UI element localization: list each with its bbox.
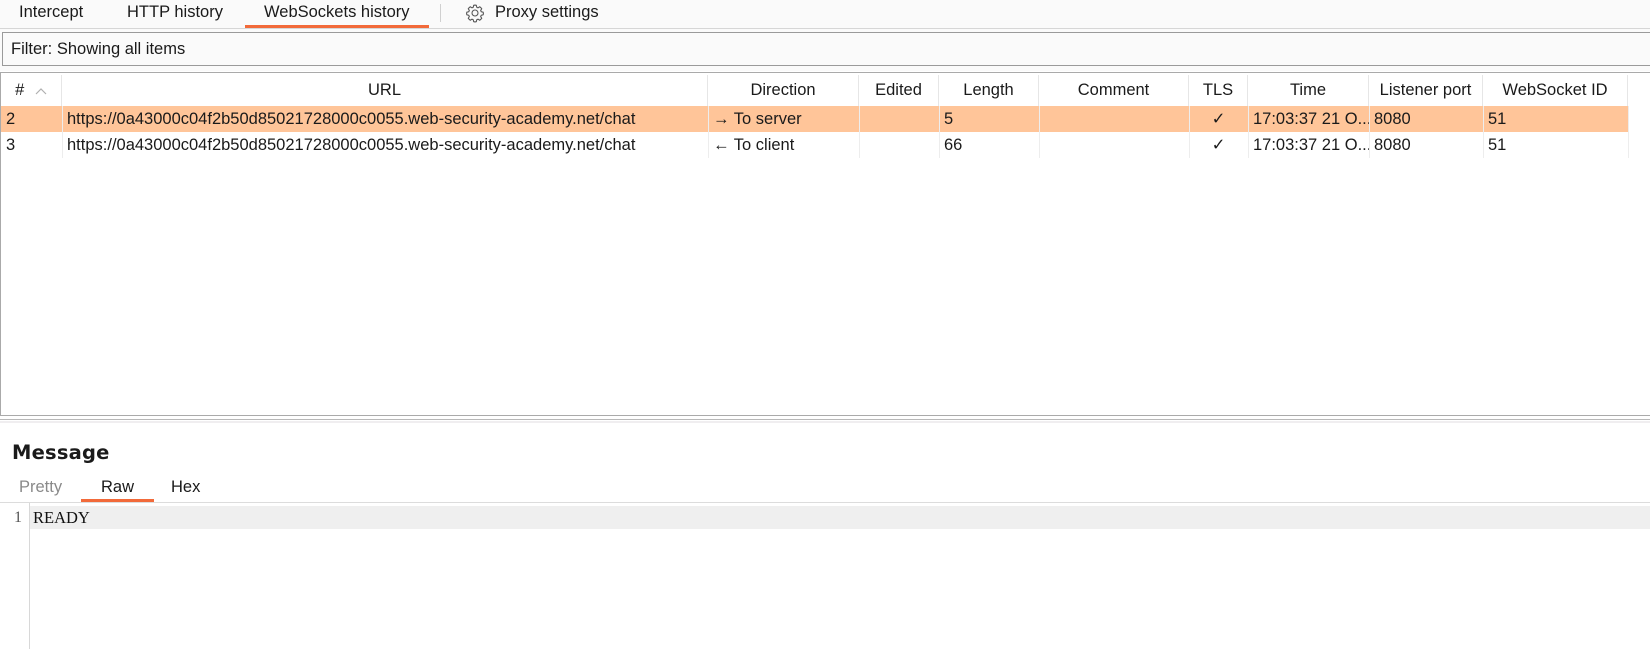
table-header: # URL Direction Edited Length Comment TL… xyxy=(1,75,1629,106)
message-panel-title: Message xyxy=(12,441,110,464)
column-header-time[interactable]: Time xyxy=(1248,75,1369,106)
table-row[interactable]: 2 https://0a43000c04f2b50d85021728000c00… xyxy=(1,106,1628,132)
column-header-listener-port[interactable]: Listener port xyxy=(1369,75,1483,106)
cell-number: 2 xyxy=(6,110,16,128)
cell-edited xyxy=(859,132,939,158)
column-divider xyxy=(1189,106,1190,158)
table-row[interactable]: 3 https://0a43000c04f2b50d85021728000c00… xyxy=(1,132,1628,158)
column-divider xyxy=(62,106,63,158)
proxy-tabbar: Intercept HTTP history WebSockets histor… xyxy=(0,0,1650,29)
cell-number: 3 xyxy=(6,136,16,154)
cell-listener-port: 8080 xyxy=(1374,110,1411,128)
line-number: 1 xyxy=(14,509,22,526)
column-divider xyxy=(939,106,940,158)
cell-direction: → To server xyxy=(713,110,802,128)
column-header-comment[interactable]: Comment xyxy=(1039,75,1189,106)
cell-url: https://0a43000c04f2b50d85021728000c0055… xyxy=(67,110,636,128)
tls-check-icon: ✓ xyxy=(1211,136,1226,154)
line-number-gutter xyxy=(29,503,30,649)
split-pane-divider[interactable] xyxy=(0,419,1650,420)
tab-hex[interactable]: Hex xyxy=(171,474,200,502)
cell-listener-port: 8080 xyxy=(1374,136,1411,154)
column-header-websocket-id[interactable]: WebSocket ID xyxy=(1483,75,1628,106)
tab-intercept[interactable]: Intercept xyxy=(19,0,83,28)
filter-bar: Filter: Showing all items xyxy=(0,29,1650,71)
column-header-tls[interactable]: TLS xyxy=(1189,75,1248,106)
current-line-highlight xyxy=(30,506,1650,529)
column-divider xyxy=(1369,106,1370,158)
split-pane-handle[interactable] xyxy=(0,421,1650,423)
column-divider xyxy=(1483,106,1484,158)
cell-websocket-id: 51 xyxy=(1488,136,1507,154)
cell-url: https://0a43000c04f2b50d85021728000c0055… xyxy=(67,136,636,154)
tab-websockets-history[interactable]: WebSockets history xyxy=(245,0,429,28)
column-header-number[interactable]: # xyxy=(1,75,62,106)
cell-time: 17:03:37 21 O... xyxy=(1253,110,1369,128)
message-editor[interactable]: 1 READY xyxy=(0,503,1650,649)
column-header-url[interactable]: URL xyxy=(62,75,708,106)
column-divider xyxy=(708,106,709,158)
cell-length: 66 xyxy=(944,136,963,154)
column-header-length[interactable]: Length xyxy=(939,75,1039,106)
chevron-up-icon xyxy=(35,88,47,95)
tls-check-icon: ✓ xyxy=(1211,110,1226,128)
cell-comment xyxy=(1039,132,1189,158)
cell-direction: ← To client xyxy=(713,136,795,154)
column-divider xyxy=(1039,106,1040,158)
column-divider xyxy=(1248,106,1249,158)
proxy-settings-label: Proxy settings xyxy=(495,3,599,21)
cell-edited xyxy=(859,106,939,132)
column-divider xyxy=(1628,106,1629,158)
filter-input[interactable]: Filter: Showing all items xyxy=(2,32,1650,66)
tab-raw[interactable]: Raw xyxy=(80,474,155,502)
tab-http-history[interactable]: HTTP history xyxy=(127,0,223,28)
column-header-direction[interactable]: Direction xyxy=(708,75,859,106)
gear-icon xyxy=(466,4,484,23)
cell-time: 17:03:37 21 O... xyxy=(1253,136,1369,154)
column-header-number-label: # xyxy=(15,81,25,99)
tab-pretty[interactable]: Pretty xyxy=(19,474,62,502)
message-line-text[interactable]: READY xyxy=(33,506,90,529)
websockets-history-table: # URL Direction Edited Length Comment TL… xyxy=(0,72,1650,416)
cell-websocket-id: 51 xyxy=(1488,110,1507,128)
tab-separator xyxy=(440,4,441,22)
tab-websockets-history-label: WebSockets history xyxy=(264,3,410,21)
cell-comment xyxy=(1039,106,1189,132)
column-divider xyxy=(859,106,860,158)
column-header-edited[interactable]: Edited xyxy=(859,75,939,106)
cell-length: 5 xyxy=(944,110,954,128)
